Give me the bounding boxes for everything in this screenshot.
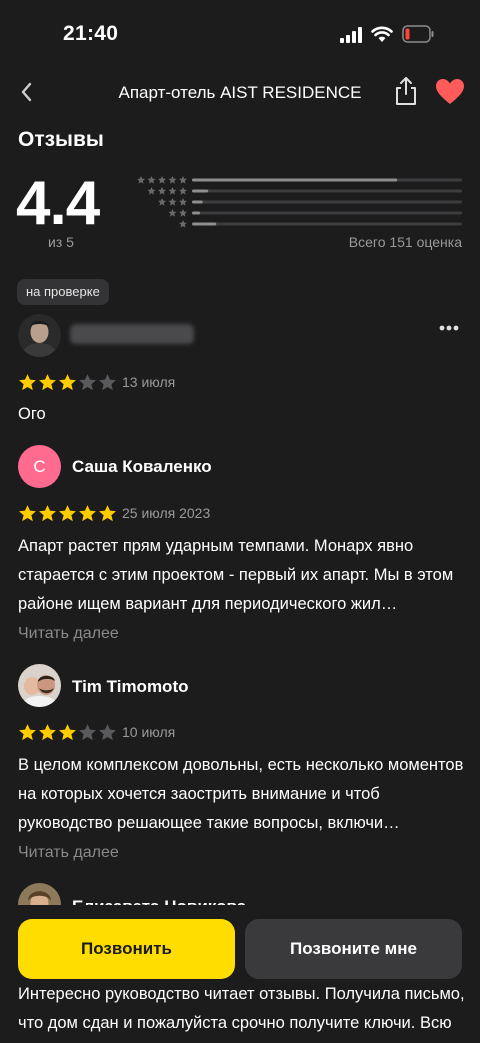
rating-row-3 xyxy=(157,198,462,206)
star-empty-icon xyxy=(99,374,116,391)
status-bar: 21:40 xyxy=(0,0,480,70)
rating-row-4 xyxy=(147,187,462,195)
status-time: 21:40 xyxy=(63,22,119,45)
mini-star-icon xyxy=(168,176,177,184)
review-text: Апарт растет прям ударным темпами. Монар… xyxy=(18,537,454,613)
review-text: Интересно руководство читает отзывы. Пол… xyxy=(18,985,465,1032)
mini-star-icon xyxy=(168,187,177,195)
rating-bar-track xyxy=(192,211,462,215)
rating-row-2 xyxy=(168,209,462,217)
avatar-photo xyxy=(18,664,61,707)
star-filled-icon xyxy=(39,374,56,391)
average-rating: 4.4 xyxy=(16,169,100,238)
avatar-initial: С xyxy=(33,457,46,476)
star-filled-icon xyxy=(59,505,76,522)
rating-bar-fill xyxy=(192,200,203,204)
mini-star-icon xyxy=(178,220,188,228)
review-date: 13 июля xyxy=(122,374,176,390)
avatar-photo xyxy=(18,314,61,357)
rating-bar-fill xyxy=(192,178,398,182)
star-filled-icon xyxy=(59,374,76,391)
avatar[interactable] xyxy=(18,314,61,357)
rating-bar-fill xyxy=(192,222,217,226)
mini-star-icon xyxy=(136,176,146,184)
review-stars xyxy=(18,504,117,523)
review-author[interactable]: Саша Коваленко xyxy=(72,457,212,477)
screen: 21:40 Апарт-отель AIST RESIDENCE Отзывы … xyxy=(0,0,480,1043)
star-filled-icon xyxy=(19,724,36,741)
rating-bar-fill xyxy=(192,211,201,215)
review-text: В целом комплексом довольны, есть нескол… xyxy=(18,756,464,832)
mini-star-icon xyxy=(157,176,167,184)
review-text: Ого xyxy=(18,405,46,423)
rating-row-5 xyxy=(136,176,462,184)
mini-star-icon xyxy=(168,209,177,217)
rating-bar-track xyxy=(192,200,462,204)
share-icon[interactable] xyxy=(393,75,419,107)
mini-star-icon xyxy=(147,176,156,184)
mini-star-icon xyxy=(178,209,188,217)
star-filled-icon xyxy=(19,505,36,522)
reviews-section-title: Отзывы xyxy=(18,128,104,151)
star-empty-icon xyxy=(79,374,96,391)
star-filled-icon xyxy=(39,724,56,741)
review-stars xyxy=(18,723,117,742)
rating-bar-track xyxy=(192,189,462,193)
call-button[interactable]: Позвонить xyxy=(18,919,235,979)
battery-icon xyxy=(402,25,434,43)
review-date: 25 июля 2023 xyxy=(122,505,211,521)
star-filled-icon xyxy=(19,374,36,391)
mini-star-icon xyxy=(157,187,167,195)
star-filled-icon xyxy=(59,724,76,741)
rating-scale-label: из 5 xyxy=(48,234,74,250)
star-empty-icon xyxy=(99,724,116,741)
mini-star-icon xyxy=(178,187,188,195)
nav-bar: Апарт-отель AIST RESIDENCE xyxy=(0,70,480,118)
rating-bar-fill xyxy=(192,189,209,193)
total-ratings: Всего 151 оценка xyxy=(348,234,462,250)
review-stars xyxy=(18,373,117,392)
request-callback-button[interactable]: Позвоните мне xyxy=(245,919,462,979)
star-empty-icon xyxy=(79,724,96,741)
read-more-link[interactable]: Читать далее xyxy=(18,625,119,643)
review-author[interactable]: Tim Timomoto xyxy=(72,677,189,697)
rating-row-1 xyxy=(178,220,462,228)
avatar[interactable] xyxy=(18,664,61,707)
rating-bar-track xyxy=(192,222,462,226)
rating-distribution xyxy=(136,176,462,228)
mini-star-icon xyxy=(168,198,177,206)
mini-star-icon xyxy=(147,187,156,195)
author-name-hidden xyxy=(70,324,194,344)
star-filled-icon xyxy=(79,505,96,522)
review-date: 10 июля xyxy=(122,724,176,740)
wifi-icon xyxy=(371,26,393,42)
read-more-link[interactable]: Читать далее xyxy=(18,844,119,862)
mini-star-icon xyxy=(178,198,188,206)
more-options-icon[interactable] xyxy=(438,324,460,332)
cellular-signal-icon xyxy=(340,27,362,43)
favorite-heart-icon[interactable] xyxy=(435,78,465,105)
star-filled-icon xyxy=(39,505,56,522)
moderation-badge: на проверке xyxy=(17,279,109,305)
mini-star-icon xyxy=(157,198,167,206)
mini-star-icon xyxy=(178,176,188,184)
star-filled-icon xyxy=(99,505,116,522)
avatar[interactable]: С xyxy=(18,445,61,488)
